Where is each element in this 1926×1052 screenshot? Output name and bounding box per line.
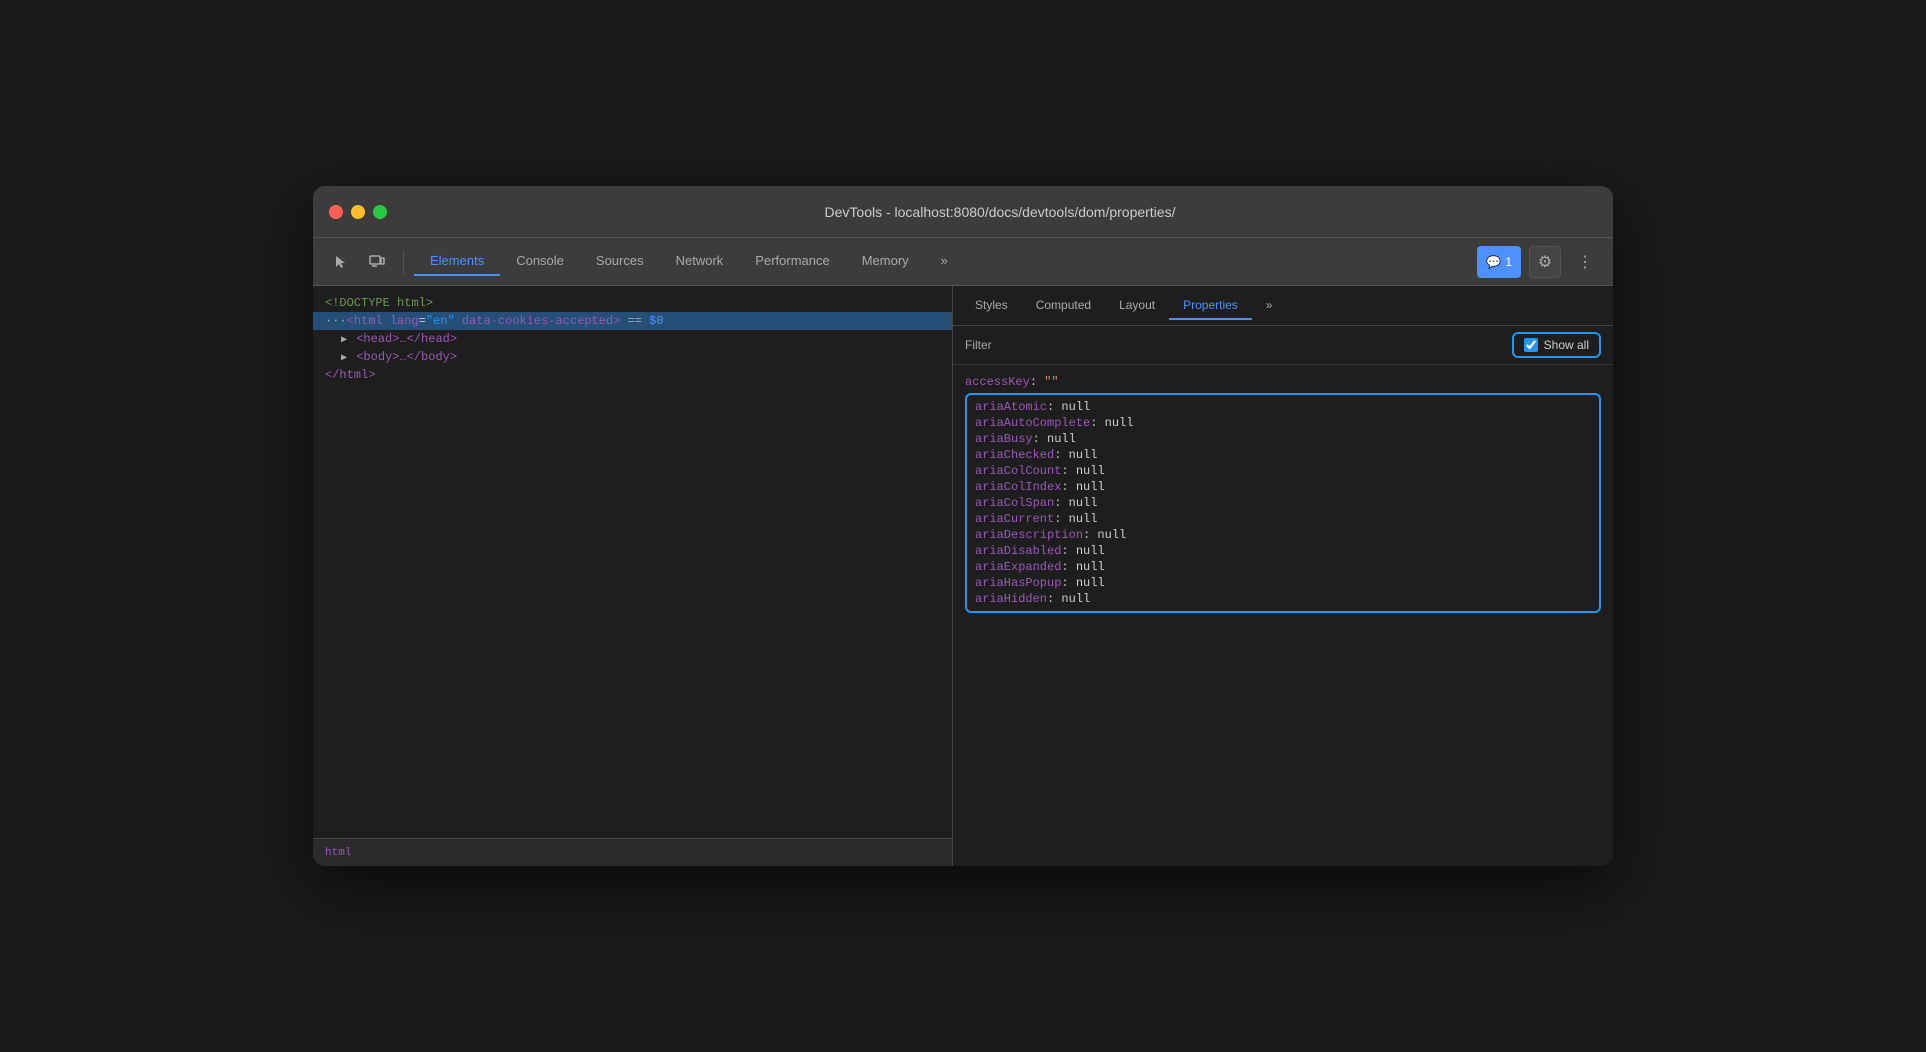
tab-sources[interactable]: Sources [580,247,660,276]
dom-tree[interactable]: <!DOCTYPE html> ···<html lang="en" data-… [313,286,952,838]
tab-elements[interactable]: Elements [414,247,500,276]
comment-button[interactable]: 💬 1 [1477,246,1521,278]
aria-properties-box: ariaAtomic: null ariaAutoComplete: null … [965,393,1601,613]
body-line[interactable]: ▶ <body>…</body> [341,348,940,366]
doctype-line: <!DOCTYPE html> [325,294,940,312]
properties-panel: Styles Computed Layout Properties » Filt… [953,286,1613,866]
head-line[interactable]: ▶ <head>…</head> [341,330,940,348]
tab-more[interactable]: » [1252,292,1287,320]
tab-layout[interactable]: Layout [1105,292,1169,320]
device-icon[interactable] [361,246,393,278]
main-tabs: Elements Console Sources Network Perform… [414,247,1473,276]
prop-ariaAtomic: ariaAtomic: null [975,399,1591,415]
filter-label: Filter [965,338,1504,352]
tab-console[interactable]: Console [500,247,580,276]
prop-ariaBusy: ariaBusy: null [975,431,1591,447]
props-tabs: Styles Computed Layout Properties » [953,286,1613,326]
tab-performance[interactable]: Performance [739,247,845,276]
html-element-line[interactable]: ···<html lang="en" data-cookies-accepted… [313,312,952,330]
cursor-icon[interactable] [325,246,357,278]
tab-properties[interactable]: Properties [1169,292,1252,320]
prop-ariaHasPopup: ariaHasPopup: null [975,575,1591,591]
prop-ariaColCount: ariaColCount: null [975,463,1591,479]
show-all-container: Show all [1512,332,1601,358]
tab-computed[interactable]: Computed [1022,292,1105,320]
prop-ariaDisabled: ariaDisabled: null [975,543,1591,559]
toolbar-divider [403,250,404,274]
settings-button[interactable]: ⚙ [1529,246,1561,278]
devtools-window: DevTools - localhost:8080/docs/devtools/… [313,186,1613,866]
prop-ariaAutoComplete: ariaAutoComplete: null [975,415,1591,431]
main-toolbar: Elements Console Sources Network Perform… [313,238,1613,286]
filter-bar: Filter Show all [953,326,1613,365]
prop-ariaColSpan: ariaColSpan: null [975,495,1591,511]
tab-memory[interactable]: Memory [846,247,925,276]
maximize-button[interactable] [373,205,387,219]
status-bar: html [313,838,952,866]
close-button[interactable] [329,205,343,219]
traffic-lights [329,205,387,219]
show-all-label[interactable]: Show all [1544,338,1589,352]
show-all-checkbox[interactable] [1524,338,1538,352]
main-content: <!DOCTYPE html> ···<html lang="en" data-… [313,286,1613,866]
prop-ariaColIndex: ariaColIndex: null [975,479,1591,495]
breadcrumb: html [325,847,351,859]
tab-styles[interactable]: Styles [961,292,1022,320]
properties-list[interactable]: accessKey: "" ariaAtomic: null ariaAutoC… [953,365,1613,866]
tab-network[interactable]: Network [660,247,740,276]
window-title: DevTools - localhost:8080/docs/devtools/… [403,204,1597,220]
html-close-line: </html> [325,366,940,384]
dom-panel: <!DOCTYPE html> ···<html lang="en" data-… [313,286,953,866]
prop-ariaDescription: ariaDescription: null [975,527,1591,543]
access-key-property: accessKey: "" [965,373,1601,391]
more-options-button[interactable]: ⋮ [1569,246,1601,278]
tab-more[interactable]: » [925,247,964,276]
prop-ariaChecked: ariaChecked: null [975,447,1591,463]
prop-ariaCurrent: ariaCurrent: null [975,511,1591,527]
prop-ariaHidden: ariaHidden: null [975,591,1591,607]
toolbar-right: 💬 1 ⚙ ⋮ [1477,246,1601,278]
titlebar: DevTools - localhost:8080/docs/devtools/… [313,186,1613,238]
prop-ariaExpanded: ariaExpanded: null [975,559,1591,575]
minimize-button[interactable] [351,205,365,219]
